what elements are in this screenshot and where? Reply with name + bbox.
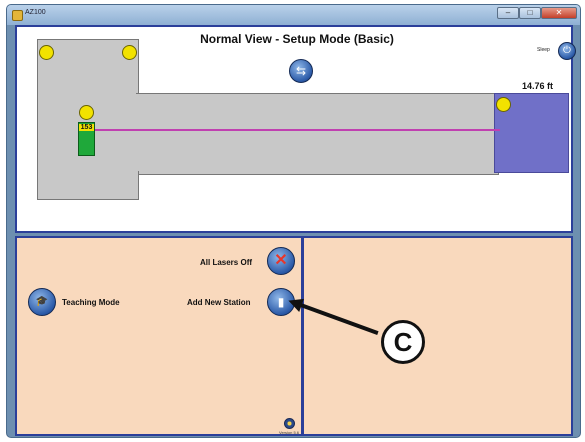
station-marker[interactable]: 153 [78,122,95,156]
window-title: AZ100 [25,9,46,16]
teaching-mode-button[interactable]: 🎓 [28,288,56,316]
app-window: AZ100 – □ ✕ Normal View - Setup Mode (Ba… [6,4,581,438]
control-panel-right [304,236,573,436]
title-bar[interactable]: AZ100 – □ ✕ [7,5,580,25]
all-lasers-off-label: All Lasers Off [200,258,253,267]
version-label: Version 5.6 [279,430,300,435]
add-new-station-label: Add New Station [187,298,251,307]
maximize-button[interactable]: □ [519,7,541,19]
floor-area-main [37,93,499,175]
layout-view-panel: Normal View - Setup Mode (Basic) 153 14.… [15,25,576,233]
laser-beam [95,129,500,131]
view-title: Normal View - Setup Mode (Basic) [200,32,394,46]
station-id: 153 [79,124,94,131]
callout-marker: C [381,320,425,364]
control-panel-left: All Lasers Off ✕ 🎓 Teaching Mode Add New… [15,236,304,436]
sensor-marker[interactable] [39,45,54,60]
power-icon[interactable]: ⏻ [558,42,576,60]
sensor-marker[interactable] [496,97,511,112]
power-label: Sleep [537,47,550,53]
sensor-marker[interactable] [79,105,94,120]
close-button[interactable]: ✕ [541,7,577,19]
sensor-marker[interactable] [122,45,137,60]
teaching-mode-label: Teaching Mode [62,298,120,307]
swap-arrows-icon[interactable]: ⇆ [289,59,313,83]
settings-icon[interactable] [284,418,295,429]
minimize-button[interactable]: – [497,7,519,19]
app-icon [12,10,23,21]
all-lasers-off-button[interactable]: ✕ [267,247,295,275]
floor-area-bottom [37,171,139,200]
distance-readout: 14.76 ft [522,81,554,91]
